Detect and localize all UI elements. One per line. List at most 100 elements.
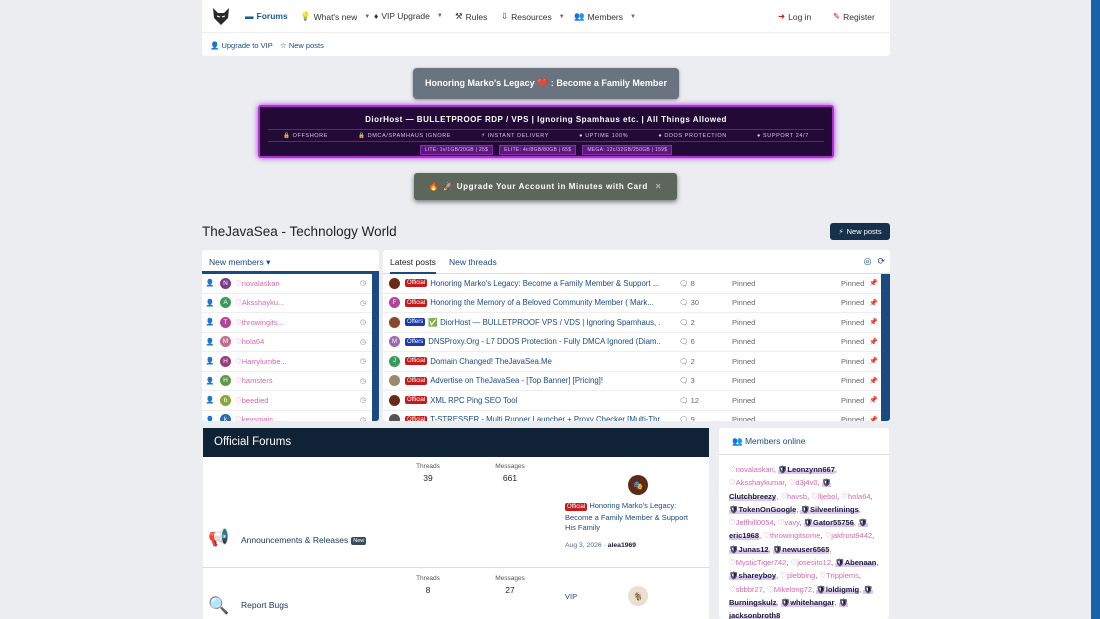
- member-name[interactable]: ♡Aksshayku...: [235, 298, 284, 307]
- tab-latest-posts[interactable]: Latest posts: [390, 257, 436, 274]
- close-icon[interactable]: ✕: [655, 182, 662, 191]
- avatar[interactable]: F: [389, 297, 400, 309]
- post-row[interactable]: Official T-STRESSER - Multi Runner Launch…: [383, 411, 890, 421]
- online-user-link[interactable]: 🛡Junas12: [729, 544, 769, 554]
- avatar[interactable]: k: [220, 414, 231, 421]
- official-forums-header[interactable]: Official Forums: [203, 428, 709, 457]
- new-members-dropdown[interactable]: New members ▾: [202, 250, 379, 274]
- member-row[interactable]: 👤 N ♡novalaskan ◷: [202, 274, 379, 294]
- online-user-link[interactable]: ♡plebbing: [780, 571, 815, 580]
- online-user-link[interactable]: ♡sbbbr27: [729, 585, 763, 594]
- post-title[interactable]: Advertise on TheJavaSea - [Top Banner] […: [430, 376, 663, 385]
- panel-scrollbar[interactable]: [881, 274, 890, 421]
- online-user-link[interactable]: 🛡Silveerlinings: [800, 504, 859, 514]
- online-user-link[interactable]: 🛡Leonzynn667: [777, 465, 835, 474]
- avatar[interactable]: [389, 316, 400, 328]
- post-row[interactable]: Official Advertise on TheJavaSea - [Top B…: [383, 372, 890, 391]
- post-row[interactable]: F Official Honoring the Memory of a Belove…: [383, 294, 890, 313]
- chevron-down-icon[interactable]: ▼: [364, 14, 370, 20]
- online-user-link[interactable]: ♡jakfrost9442: [825, 531, 873, 540]
- last-post-title[interactable]: Official Honoring Marko's Legacy: Become…: [565, 501, 695, 534]
- honor-legacy-button[interactable]: Honoring Marko's Legacy 💔 : Become a Fam…: [413, 68, 679, 99]
- forum-title[interactable]: Report Bugs: [241, 600, 288, 610]
- new-posts-link[interactable]: ☆ New posts: [280, 41, 324, 50]
- online-user-link[interactable]: ♡throwingitsome: [763, 531, 820, 540]
- online-user-link[interactable]: ♡Tripplems: [820, 571, 859, 580]
- site-logo[interactable]: [211, 6, 231, 26]
- upgrade-vip-link[interactable]: 👤 Upgrade to VIP: [210, 41, 273, 50]
- post-row[interactable]: J Official Domain Changed! TheJavaSea.Me 🗨 …: [383, 352, 890, 372]
- tab-new-threads[interactable]: New threads: [449, 257, 497, 267]
- post-title[interactable]: XML RPC Ping SEO Tool: [430, 396, 663, 405]
- nav-vip-upgrade[interactable]: ♦ VIP Upgrade ▼: [374, 11, 443, 21]
- online-user-link[interactable]: 🛡Gator55756: [803, 518, 854, 528]
- online-user-link[interactable]: 🛡Abenaan: [835, 558, 877, 568]
- member-row[interactable]: 👤 M ♡hola64 ◷: [202, 333, 379, 352]
- post-row[interactable]: Offers ✅ DiorHost — BULLETPROOF VPS / VDS…: [383, 313, 890, 333]
- eye-off-icon[interactable]: ◎: [864, 256, 872, 267]
- online-user-link[interactable]: 🛡whitehangar: [780, 597, 835, 607]
- post-title[interactable]: Domain Changed! TheJavaSea.Me: [430, 357, 663, 366]
- chevron-down-icon[interactable]: ▼: [630, 14, 636, 20]
- online-user-link[interactable]: ♡vavy: [778, 518, 800, 527]
- online-user-link[interactable]: ♡havsb: [780, 492, 807, 501]
- diorhost-banner[interactable]: DiorHost — BULLETPROOF RDP / VPS | Ignor…: [258, 105, 834, 158]
- online-user-link[interactable]: ♡josesito12: [790, 558, 831, 567]
- avatar[interactable]: [389, 394, 400, 406]
- member-name[interactable]: ♡Harrylumbe...: [235, 357, 287, 366]
- avatar[interactable]: A: [220, 297, 231, 309]
- online-user-link[interactable]: ♡Aksshaykumar: [729, 478, 785, 487]
- new-posts-button[interactable]: ⚡ New posts: [830, 223, 890, 240]
- members-online-header[interactable]: 👥 Members online: [719, 428, 889, 455]
- avatar[interactable]: [389, 375, 400, 387]
- post-title[interactable]: ✅ DiorHost — BULLETPROOF VPS / VDS | Ign…: [428, 318, 661, 327]
- avatar[interactable]: J: [389, 355, 400, 367]
- member-name[interactable]: ♡novalaskan: [235, 279, 280, 288]
- online-user-link[interactable]: 🛡shareyboy: [729, 571, 777, 581]
- chevron-down-icon[interactable]: ▼: [559, 14, 565, 20]
- nav-resources[interactable]: ⇩ Resources ▼: [501, 11, 565, 22]
- avatar[interactable]: M: [220, 336, 231, 348]
- avatar[interactable]: H: [220, 375, 231, 387]
- nav-members[interactable]: 👥 Members ▼: [574, 11, 636, 22]
- nav-forums[interactable]: ▬ Forums: [245, 11, 288, 21]
- member-row[interactable]: 👤 T ♡throwingits... ◷: [202, 313, 379, 333]
- member-name[interactable]: ♡hamsters: [235, 376, 273, 385]
- post-row[interactable]: M Offers DNSProxy.Org - L7 DDOS Protection…: [383, 333, 890, 352]
- avatar[interactable]: [389, 277, 400, 289]
- online-user-link[interactable]: 🛡loldigmig: [816, 584, 860, 594]
- member-row[interactable]: 👤 k ♡keysmais ◷: [202, 411, 379, 421]
- member-row[interactable]: 👤 H ♡Harrylumbe... ◷: [202, 352, 379, 372]
- post-title[interactable]: Honoring the Memory of a Beloved Communi…: [430, 298, 663, 307]
- last-post-avatar[interactable]: 🐐: [628, 586, 648, 606]
- online-user-link[interactable]: 🛡newuser6565: [772, 544, 830, 554]
- nav-whats-new[interactable]: 💡 What's new ▼: [300, 11, 370, 22]
- post-row[interactable]: Official Honoring Marko's Legacy: Become …: [383, 274, 890, 294]
- online-user-link[interactable]: ♡d3j4v0: [789, 478, 818, 487]
- post-row[interactable]: Official XML RPC Ping SEO Tool 🗨 12 Pinned P…: [383, 391, 890, 411]
- avatar[interactable]: b: [220, 394, 231, 406]
- avatar[interactable]: [389, 414, 400, 421]
- nav-rules[interactable]: ⚒ Rules: [455, 11, 487, 22]
- avatar[interactable]: T: [220, 316, 231, 328]
- member-row[interactable]: 👤 H ♡hamsters ◷: [202, 372, 379, 391]
- member-name[interactable]: ♡beedied: [235, 396, 268, 405]
- page-scrollbar[interactable]: [1091, 0, 1100, 619]
- chevron-down-icon[interactable]: ▼: [437, 13, 443, 19]
- online-user-link[interactable]: ♡novalaskan: [729, 465, 774, 474]
- register-link[interactable]: ✎ Register: [833, 11, 875, 22]
- member-row[interactable]: 👤 b ♡beedied ◷: [202, 391, 379, 411]
- avatar[interactable]: H: [220, 355, 231, 367]
- panel-scrollbar[interactable]: [372, 274, 379, 421]
- avatar[interactable]: N: [220, 277, 231, 289]
- member-name[interactable]: ♡hola64: [235, 337, 264, 346]
- login-link[interactable]: ➜ Log in: [778, 11, 811, 22]
- last-post-avatar[interactable]: 🎭: [628, 475, 648, 495]
- refresh-icon[interactable]: ⟳: [877, 256, 885, 267]
- member-name[interactable]: ♡keysmais: [235, 415, 273, 421]
- member-row[interactable]: 👤 A ♡Aksshayku... ◷: [202, 294, 379, 313]
- avatar[interactable]: M: [389, 336, 400, 348]
- online-user-link[interactable]: ♡MysticTiger742: [729, 558, 786, 567]
- online-user-link[interactable]: ♡hola64: [841, 492, 870, 501]
- member-name[interactable]: ♡throwingits...: [235, 318, 284, 327]
